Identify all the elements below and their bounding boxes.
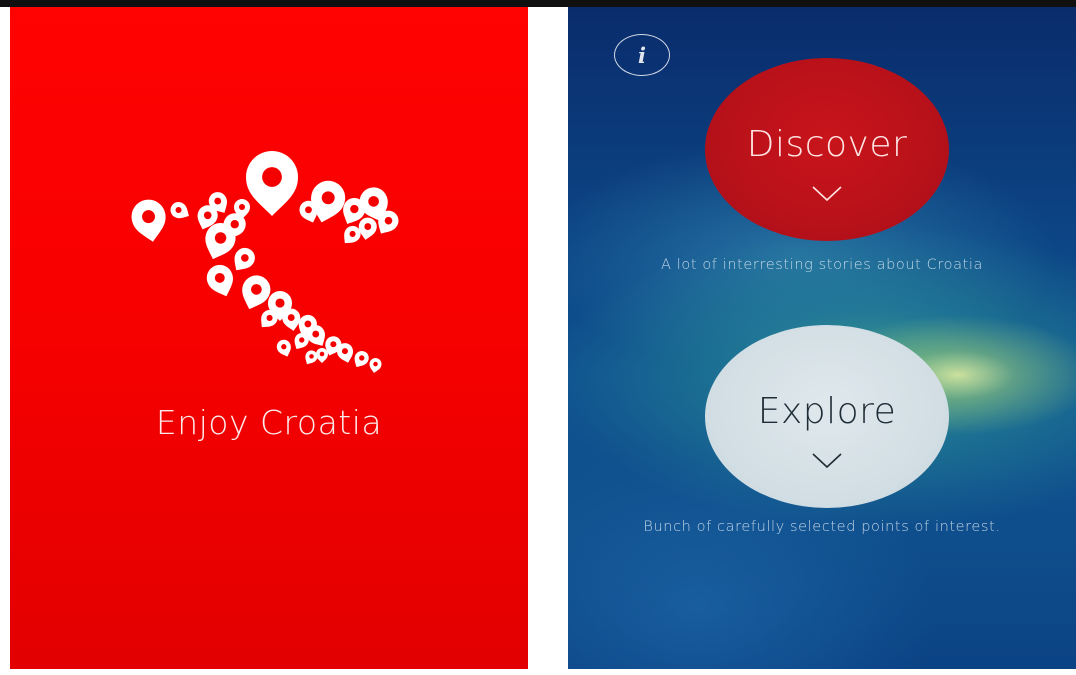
map-pin-hole — [281, 344, 287, 350]
map-pin-hole — [214, 272, 225, 283]
map-pin-hole — [266, 314, 273, 321]
map-pin-hole — [142, 210, 155, 224]
info-icon: i — [638, 42, 646, 68]
app-title: Enjoy Croatia — [155, 403, 383, 442]
map-pin-hole — [319, 351, 325, 357]
map-pin-hole — [305, 206, 312, 214]
map-pin-hole — [299, 337, 305, 343]
map-pin-hole — [304, 320, 312, 328]
status-bar-strip — [0, 0, 1076, 7]
chevron-down-icon — [812, 186, 842, 202]
map-pin-hole — [312, 330, 320, 338]
map-pin-hole — [364, 223, 372, 230]
map-pin-hole — [214, 197, 222, 205]
map-pin-hole — [287, 314, 295, 321]
map-pin-hole — [262, 167, 282, 187]
croatia-map-pins-logo-icon — [128, 151, 403, 374]
map-pin-hole — [241, 254, 249, 262]
map-pin-hole — [321, 191, 335, 205]
map-pin-hole — [368, 196, 379, 207]
home-screen: i Discover A lot of interresting stories… — [568, 7, 1076, 669]
map-pin-hole — [214, 232, 227, 244]
map-pin-hole — [373, 361, 378, 367]
splash-screen: Enjoy Croatia — [10, 7, 528, 669]
map-pin-hole — [341, 348, 348, 355]
map-pin-hole — [230, 220, 239, 229]
map-pin-hole — [251, 284, 262, 295]
map-pin-hole — [359, 355, 365, 361]
map-pin-hole — [238, 203, 246, 211]
map-pin-hole — [384, 216, 393, 225]
discover-label: Discover — [746, 124, 908, 165]
map-pin-hole — [350, 204, 359, 214]
explore-caption: Bunch of carefully selected points of in… — [643, 519, 1001, 535]
info-button[interactable]: i — [614, 34, 670, 76]
explore-label: Explore — [757, 391, 897, 432]
discover-caption: A lot of interresting stories about Croa… — [661, 257, 983, 273]
explore-button[interactable]: Explore — [705, 325, 949, 508]
discover-button[interactable]: Discover — [705, 58, 949, 241]
map-pin-hole — [309, 354, 314, 359]
map-pin-hole — [349, 230, 356, 237]
map-pin-hole — [175, 206, 182, 214]
chevron-down-icon — [812, 453, 842, 469]
app-screenshot-pair: Enjoy Croatia i Discover A lot of interr… — [0, 0, 1076, 675]
map-pin-hole — [203, 211, 212, 220]
map-pin-hole — [275, 298, 285, 308]
map-pin-hole — [330, 341, 337, 348]
